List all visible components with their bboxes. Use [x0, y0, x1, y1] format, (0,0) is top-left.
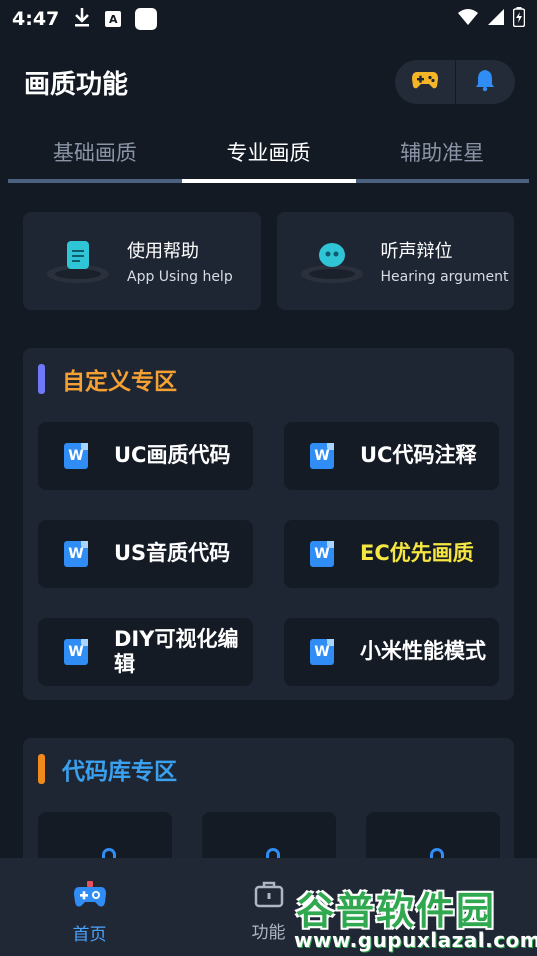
briefcase-icon [254, 880, 284, 912]
gamepad-button[interactable] [395, 60, 455, 104]
grid-item-label: UC代码注释 [360, 443, 477, 468]
help-card-title: 听声辩位 [380, 241, 453, 262]
tab-crosshair[interactable]: 辅助准星 [355, 128, 529, 176]
tab-active-indicator [182, 179, 356, 183]
xiaomi-performance-button[interactable]: W 小米性能模式 [284, 618, 499, 686]
help-card-subtitle: App Using help [127, 269, 233, 285]
word-doc-icon: W [310, 541, 334, 567]
section-title: 自定义专区 [62, 369, 177, 395]
document-icon [41, 231, 113, 291]
grid-item-label: 小米性能模式 [360, 639, 486, 664]
custom-grid: W UC画质代码 W UC代码注释 W US音质代码 W EC优先画质 W DI… [38, 422, 499, 686]
watermark: 谷普软件园 www.gupuxlazal.com [292, 878, 537, 956]
word-doc-icon: W [64, 541, 88, 567]
diy-visual-editor-button[interactable]: W DIY可视化编辑 [38, 618, 253, 686]
section-accent-bar [38, 754, 45, 784]
us-audio-code-button[interactable]: W US音质代码 [38, 520, 253, 588]
help-card-subtitle: Hearing argument [380, 269, 509, 285]
word-doc-icon: W [310, 639, 334, 665]
battery-charging-icon [512, 6, 526, 32]
code-library-section: 代码库专区 [23, 738, 514, 892]
watermark-logo: 谷普软件园 [296, 889, 497, 933]
signal-icon [487, 8, 505, 31]
download-icon [73, 7, 91, 32]
tab-basic-quality[interactable]: 基础画质 [8, 128, 182, 176]
tab-label: 专业画质 [226, 141, 311, 165]
header-actions [395, 60, 515, 104]
uc-quality-code-button[interactable]: W UC画质代码 [38, 422, 253, 490]
word-doc-icon: W [64, 639, 88, 665]
word-doc-icon: W [64, 443, 88, 469]
uc-code-notes-button[interactable]: W UC代码注释 [284, 422, 499, 490]
help-card-title: 使用帮助 [127, 241, 199, 262]
status-bar: 4:47 A [0, 0, 537, 38]
tab-bar: 基础画质 专业画质 辅助准星 [8, 128, 529, 184]
section-header: 自定义专区 [23, 350, 514, 408]
notification-button[interactable] [456, 60, 516, 104]
tab-underline [8, 179, 529, 183]
wifi-icon [457, 8, 479, 31]
custom-section: 自定义专区 W UC画质代码 W UC代码注释 W US音质代码 W EC优先画… [23, 348, 514, 700]
watermark-url: www.gupuxlazal.com [294, 928, 537, 952]
help-cards: 使用帮助 App Using help 听声辩位 Hearing argumen… [23, 212, 514, 310]
section-header: 代码库专区 [23, 740, 514, 798]
gamepad-home-icon [73, 880, 107, 914]
help-card-usage[interactable]: 使用帮助 App Using help [23, 212, 261, 310]
status-time: 4:47 [12, 8, 60, 30]
grid-item-label: DIY可视化编辑 [114, 626, 239, 676]
tab-pro-quality[interactable]: 专业画质 [182, 128, 356, 176]
nav-home[interactable]: 首页 [0, 858, 179, 956]
nav-label: 首页 [72, 925, 107, 945]
grid-item-label: UC画质代码 [114, 443, 231, 468]
word-doc-icon: W [310, 443, 334, 469]
app-square-icon [135, 8, 158, 30]
page-title: 画质功能 [24, 69, 129, 100]
gamepad-icon [411, 70, 439, 94]
tab-label: 基础画质 [52, 141, 137, 165]
tab-label: 辅助准星 [400, 141, 485, 165]
robot-icon [295, 231, 367, 291]
app-a-icon: A [105, 11, 122, 27]
ec-priority-quality-button[interactable]: W EC优先画质 [284, 520, 499, 588]
app-header: 画质功能 [0, 58, 537, 106]
bell-icon [473, 68, 497, 96]
section-title: 代码库专区 [62, 759, 177, 785]
grid-item-label: US音质代码 [114, 541, 231, 566]
help-card-hearing[interactable]: 听声辩位 Hearing argument [276, 212, 514, 310]
nav-label: 功能 [251, 923, 286, 943]
section-accent-bar [38, 364, 45, 394]
grid-item-label: EC优先画质 [360, 541, 474, 566]
